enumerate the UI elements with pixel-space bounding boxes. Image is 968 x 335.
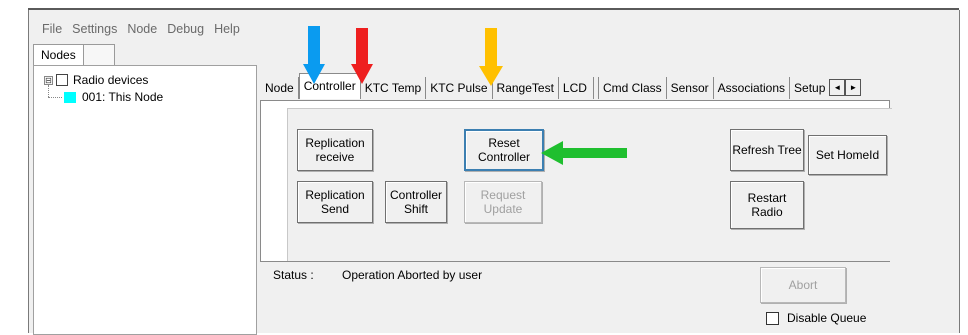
tree-item-this-node[interactable]: 001: This Node xyxy=(64,90,163,104)
menu-debug[interactable]: Debug xyxy=(162,20,209,38)
menu-node[interactable]: Node xyxy=(122,20,162,38)
disable-queue-checkbox[interactable] xyxy=(766,311,779,325)
tab-setup[interactable]: Setup xyxy=(790,77,827,99)
tab-node[interactable]: Node xyxy=(261,77,299,99)
tab-sensor[interactable]: Sensor xyxy=(667,77,714,99)
menu-bar: File Settings Node Debug Help xyxy=(37,20,245,38)
replication-receive-button[interactable]: Replication receive xyxy=(297,129,373,171)
tree-item-label: 001: This Node xyxy=(82,90,164,104)
request-update-button[interactable]: Request Update xyxy=(464,181,542,223)
tab-lcd[interactable]: LCD xyxy=(559,77,594,99)
refresh-tree-button[interactable]: Refresh Tree xyxy=(730,129,804,171)
controller-shift-button[interactable]: Controller Shift xyxy=(385,181,447,223)
node-tree[interactable]: ⊟ Radio devices 001: This Node xyxy=(33,65,257,335)
tab-scroll-buttons: ◄ ► xyxy=(829,79,862,96)
node-status-icon xyxy=(64,91,76,103)
abort-button[interactable]: Abort xyxy=(760,267,846,303)
status-value: Operation Aborted by user xyxy=(342,268,483,282)
disable-queue-label: Disable Queue xyxy=(787,311,867,325)
menu-help[interactable]: Help xyxy=(209,20,245,38)
set-homeid-button[interactable]: Set HomeId xyxy=(808,135,887,175)
tree-root-radio-devices[interactable]: ⊟ Radio devices xyxy=(44,73,148,87)
tree-root-label: Radio devices xyxy=(73,73,149,87)
blue-arrow-icon xyxy=(303,26,325,84)
replication-send-button[interactable]: Replication Send xyxy=(297,181,373,223)
left-tab-strip: Nodes xyxy=(33,44,115,65)
tab-associations[interactable]: Associations xyxy=(714,77,791,99)
reset-controller-button[interactable]: Reset Controller xyxy=(464,129,544,171)
restart-radio-button[interactable]: Restart Radio xyxy=(730,181,804,229)
scroll-left-icon[interactable]: ◄ xyxy=(829,79,846,96)
disable-queue-option[interactable]: Disable Queue xyxy=(766,311,866,325)
status-label: Status : xyxy=(273,268,314,282)
tab-blank[interactable] xyxy=(83,44,115,65)
yellow-arrow-icon xyxy=(479,28,503,86)
green-arrow-icon xyxy=(541,141,627,165)
collapse-icon[interactable]: ⊟ xyxy=(44,75,53,85)
tree-connector xyxy=(48,85,49,97)
menu-settings[interactable]: Settings xyxy=(67,20,122,38)
menu-file[interactable]: File xyxy=(37,20,67,38)
tree-connector xyxy=(48,97,62,98)
red-arrow-icon xyxy=(351,28,373,84)
root-checkbox[interactable] xyxy=(56,74,68,86)
scroll-right-icon[interactable]: ► xyxy=(845,79,862,96)
tab-cmd-class[interactable]: Cmd Class xyxy=(597,77,667,99)
tab-nodes[interactable]: Nodes xyxy=(33,44,84,65)
